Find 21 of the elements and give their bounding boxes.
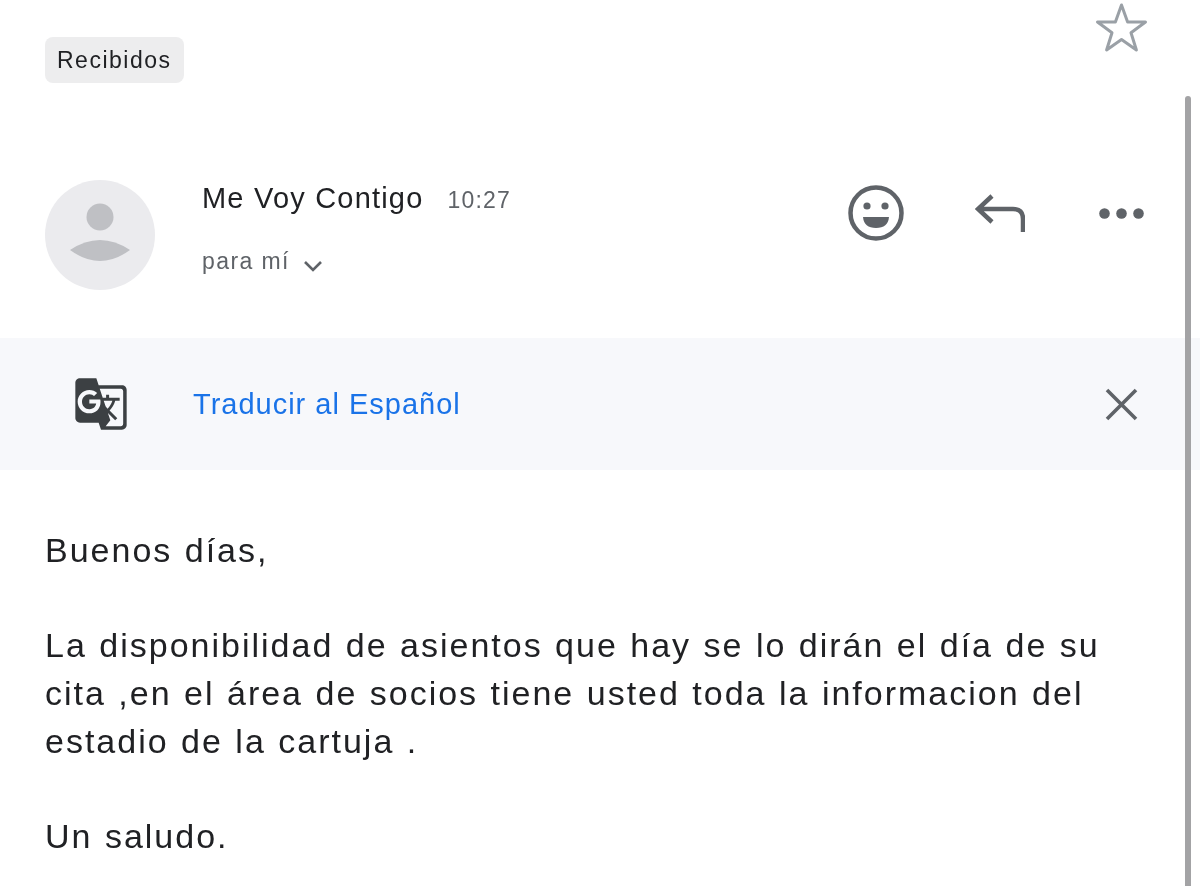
recipient-toggle[interactable]: para mí [202, 248, 323, 275]
body-paragraph: La disponibilidad de asientos que hay se lo dirán el día de su cita ,en el área de socios tiene usted toda la informacion del estadio de la cartuja . [45, 625, 1101, 762]
close-button[interactable] [1105, 387, 1138, 421]
reply-arrow-icon [975, 194, 1025, 232]
translate-link[interactable]: Traducir al Español [193, 387, 461, 421]
more-button[interactable] [1099, 207, 1144, 219]
sender-name: Me Voy Contigo [202, 181, 424, 215]
star-button[interactable] [1095, 3, 1148, 53]
avatar-silhouette-icon [45, 180, 155, 290]
emoji-button[interactable] [848, 185, 904, 241]
smiley-icon [848, 185, 904, 241]
translate-icon [73, 376, 129, 432]
reply-button[interactable] [975, 194, 1025, 232]
body-paragraph: Un saludo. [45, 816, 229, 857]
scrollbar[interactable] [1185, 96, 1191, 886]
body-paragraph: Buenos días, [45, 530, 269, 571]
message-time: 10:27 [447, 187, 512, 214]
close-icon [1105, 387, 1138, 421]
more-dots-icon [1099, 207, 1144, 219]
mailbox-label: Recibidos [45, 37, 184, 83]
chevron-down-icon [302, 259, 323, 272]
